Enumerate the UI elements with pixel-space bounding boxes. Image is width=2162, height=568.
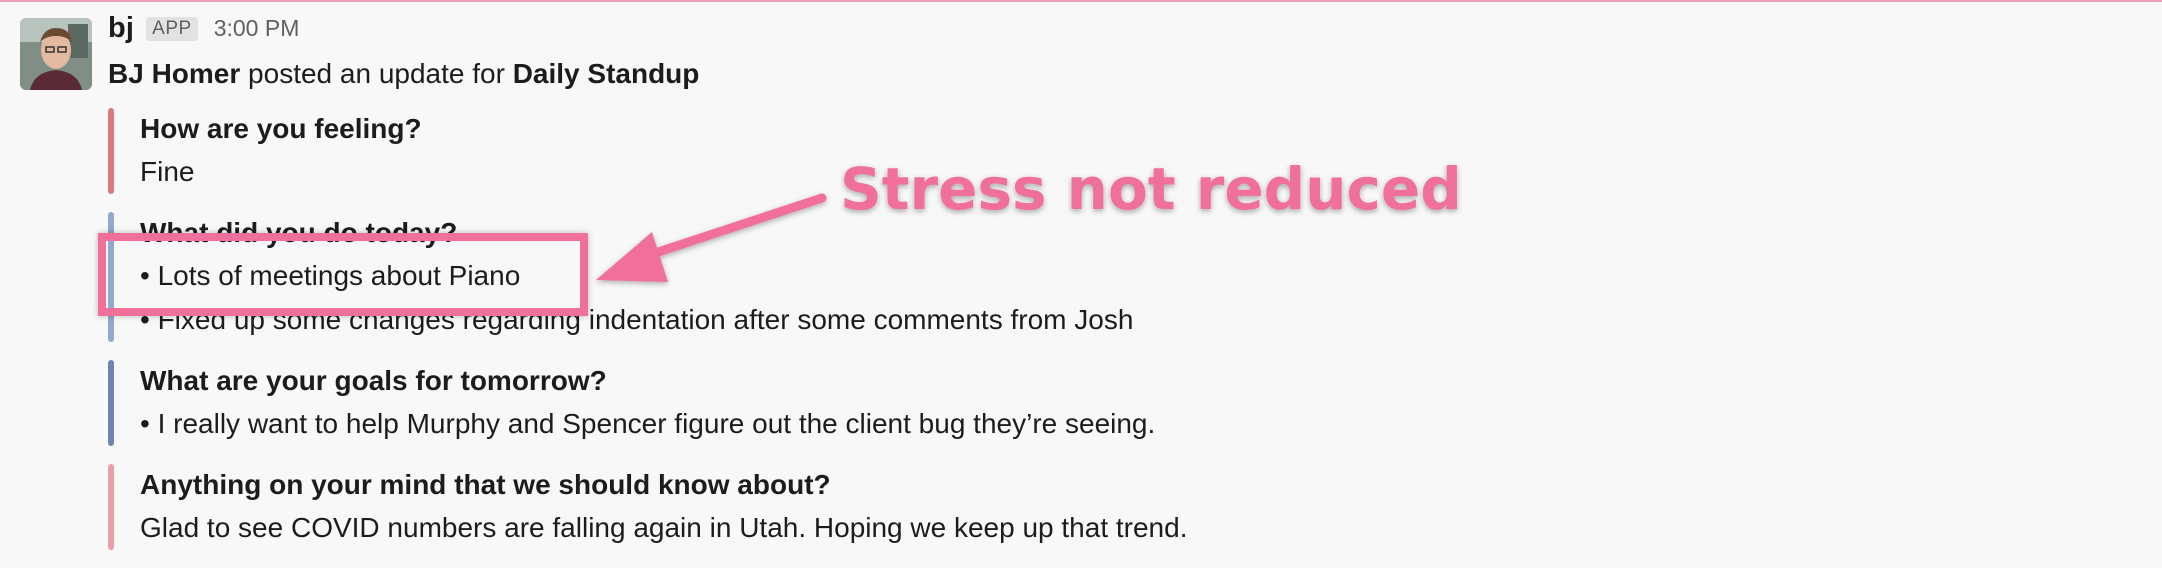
attachment-tomorrow: What are your goals for tomorrow? • I re…	[108, 360, 1508, 446]
top-divider	[0, 0, 2162, 2]
avatar-photo	[20, 18, 92, 90]
attachment-color-bar	[108, 360, 114, 446]
summary-text: posted an update for	[240, 58, 513, 89]
attachment-question: Anything on your mind that we should kno…	[140, 469, 831, 500]
attachment-question: What are your goals for tomorrow?	[140, 365, 607, 396]
attachment-answer: Glad to see COVID numbers are falling ag…	[140, 512, 1188, 543]
sender-name[interactable]: bj	[108, 12, 134, 45]
app-badge: APP	[146, 16, 198, 41]
attachment-answer: • I really want to help Murphy and Spenc…	[140, 408, 1156, 439]
attachment-question: How are you feeling?	[140, 113, 422, 144]
annotation-highlight-box	[98, 233, 588, 316]
message-header: bj APP 3:00 PM	[108, 12, 299, 45]
standup-name[interactable]: Daily Standup	[513, 58, 700, 89]
timestamp[interactable]: 3:00 PM	[214, 15, 300, 42]
annotation-label: Stress not reduced	[839, 154, 1463, 224]
attachment-color-bar	[108, 464, 114, 550]
author-name[interactable]: BJ Homer	[108, 58, 240, 89]
message-summary: BJ Homer posted an update for Daily Stan…	[108, 58, 699, 90]
attachment-color-bar	[108, 108, 114, 194]
attachment-on-mind: Anything on your mind that we should kno…	[108, 464, 1508, 550]
avatar[interactable]	[20, 18, 92, 90]
